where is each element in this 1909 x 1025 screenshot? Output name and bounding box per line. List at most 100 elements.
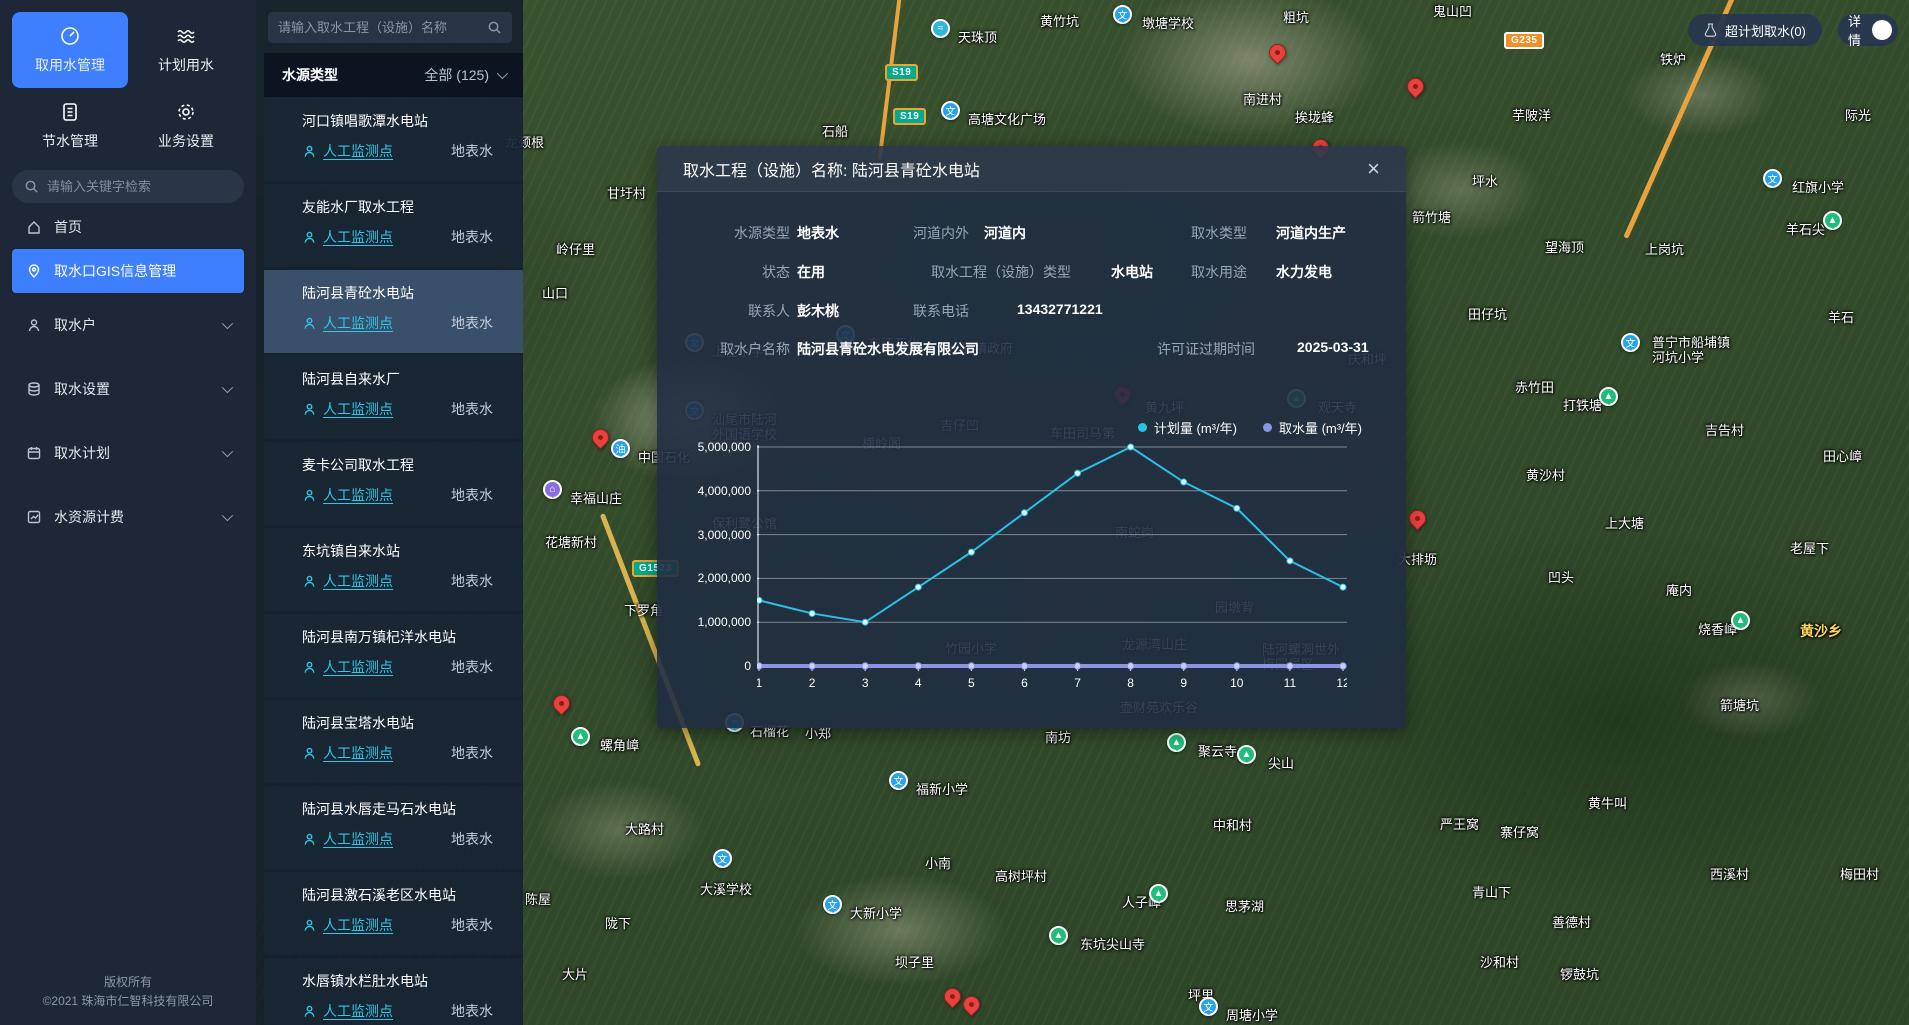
station-item[interactable]: 东坑镇自来水站人工监测点地表水: [264, 528, 523, 611]
monitor-type[interactable]: 人工监测点: [323, 571, 393, 591]
station-item[interactable]: 陆河县青砼水电站人工监测点地表水: [264, 270, 523, 353]
field-value: 13432771221: [1017, 301, 1103, 317]
scenic-marker-icon[interactable]: ▲: [1823, 211, 1842, 230]
monitor-type[interactable]: 人工监测点: [323, 743, 393, 763]
station-item[interactable]: 陆河县激石溪老区水电站人工监测点地表水: [264, 872, 523, 955]
red-pin-marker[interactable]: [1403, 74, 1427, 98]
station-item[interactable]: 陆河县宝塔水电站人工监测点地表水: [264, 700, 523, 783]
scenic-marker-icon[interactable]: ▲: [1049, 926, 1068, 945]
school-marker-icon[interactable]: 文: [1621, 333, 1640, 352]
svg-text:6: 6: [1021, 676, 1028, 690]
map-label: 坪水: [1472, 174, 1498, 189]
map-label: 福新小学: [916, 782, 968, 797]
y-tick-label: 3,000,000: [698, 528, 751, 542]
sidebar-item-home[interactable]: 首页: [12, 205, 244, 249]
person-icon: [302, 144, 317, 159]
school-marker-icon[interactable]: 文: [1199, 997, 1218, 1016]
y-tick-label: 2,000,000: [698, 571, 751, 585]
water-source-type: 地表水: [451, 915, 493, 935]
station-item[interactable]: 麦卡公司取水工程人工监测点地表水: [264, 442, 523, 525]
scenic-marker-icon[interactable]: ▲: [1167, 733, 1186, 752]
map-label: 思茅湖: [1225, 899, 1264, 914]
water-source-type: 地表水: [451, 399, 493, 419]
station-item[interactable]: 陆河县自来水厂人工监测点地表水: [264, 356, 523, 439]
station-item[interactable]: 陆河县水唇走马石水电站人工监测点地表水: [264, 786, 523, 869]
map-label: 螺角嶂: [600, 738, 639, 753]
map-label: 严王窝: [1440, 817, 1479, 832]
sidebar-item-gis-info[interactable]: 取水口GIS信息管理: [12, 249, 244, 293]
keyword-search-input[interactable]: [47, 179, 232, 194]
filter-dropdown[interactable]: 全部 (125): [424, 65, 505, 85]
station-search-input[interactable]: [278, 20, 479, 35]
school-marker-icon[interactable]: 文: [1763, 169, 1782, 188]
scenic-marker-icon[interactable]: ▲: [1149, 884, 1168, 903]
water-marker-icon[interactable]: ≈: [931, 19, 950, 38]
monitor-type[interactable]: 人工监测点: [323, 141, 393, 161]
monitor-type[interactable]: 人工监测点: [323, 313, 393, 333]
over-plan-intake-button[interactable]: 超计划取水(0): [1688, 14, 1822, 46]
search-icon[interactable]: [487, 20, 502, 35]
sidebar-item-intake-plan[interactable]: 取水计划: [12, 421, 244, 485]
school-marker-icon[interactable]: 文: [889, 771, 908, 790]
map-label: 高树坪村: [995, 869, 1047, 884]
red-pin-marker[interactable]: [959, 992, 983, 1016]
hotel-marker-icon[interactable]: ⌂: [543, 480, 562, 499]
school-marker-icon[interactable]: 文: [941, 101, 960, 120]
monitor-type[interactable]: 人工监测点: [323, 227, 393, 247]
monitor-type[interactable]: 人工监测点: [323, 399, 393, 419]
station-meta: 人工监测点地表水: [264, 657, 523, 677]
person-icon: [302, 488, 317, 503]
school-marker-icon[interactable]: 文: [1113, 5, 1132, 24]
field-label: 取水工程（设施）类型: [931, 262, 1071, 282]
school-marker-icon[interactable]: 文: [713, 849, 732, 868]
red-pin-marker[interactable]: [549, 691, 573, 715]
map-label: 鬼山凹: [1433, 4, 1472, 19]
station-name: 陆河县青砼水电站: [264, 283, 523, 303]
module-label: 节水管理: [42, 131, 98, 151]
legend-label: 计划量 (m³/年): [1154, 418, 1237, 437]
module-water-intake-mgmt[interactable]: 取用水管理: [12, 12, 128, 88]
map-label: 田仔坑: [1468, 307, 1507, 322]
gas-marker-icon[interactable]: 油: [611, 439, 630, 458]
svg-text:3: 3: [862, 676, 869, 690]
red-pin-marker[interactable]: [588, 425, 612, 449]
monitor-type[interactable]: 人工监测点: [323, 485, 393, 505]
station-search-box[interactable]: [268, 12, 512, 43]
keyword-search-box[interactable]: [12, 170, 244, 203]
module-water-saving[interactable]: 节水管理: [12, 88, 128, 164]
monitor-type[interactable]: 人工监测点: [323, 829, 393, 849]
map-label: 甘圩村: [607, 186, 646, 201]
scenic-marker-icon[interactable]: ▲: [1731, 611, 1750, 630]
monitor-type[interactable]: 人工监测点: [323, 1001, 393, 1021]
red-pin-marker[interactable]: [940, 984, 964, 1008]
database-icon: [26, 381, 42, 397]
chart-legend: 计划量 (m³/年) 取水量 (m³/年): [1138, 418, 1362, 437]
station-item[interactable]: 水唇镇水栏肚水电站人工监测点地表水: [264, 958, 523, 1025]
close-icon[interactable]: ×: [1367, 158, 1380, 180]
monitor-type[interactable]: 人工监测点: [323, 915, 393, 935]
station-item[interactable]: 陆河县南万镇杞洋水电站人工监测点地表水: [264, 614, 523, 697]
legend-item-plan[interactable]: 计划量 (m³/年): [1138, 418, 1237, 437]
module-planned-water[interactable]: 计划用水: [128, 12, 244, 88]
copyright-line2: ©2021 珠海市仁智科技有限公司: [0, 992, 256, 1011]
red-pin-marker[interactable]: [1265, 40, 1289, 64]
sidebar-item-intake-settings[interactable]: 取水设置: [12, 357, 244, 421]
station-item[interactable]: 河口镇唱歌潭水电站人工监测点地表水: [264, 98, 523, 181]
detail-toggle[interactable]: 详情: [1838, 14, 1898, 46]
legend-item-actual[interactable]: 取水量 (m³/年): [1263, 418, 1362, 437]
red-pin-marker[interactable]: [1405, 506, 1429, 530]
scenic-marker-icon[interactable]: ▲: [1237, 745, 1256, 764]
scenic-marker-icon[interactable]: ▲: [571, 727, 590, 746]
module-business-settings[interactable]: 业务设置: [128, 88, 244, 164]
svg-text:2: 2: [809, 676, 816, 690]
road-badge: S19: [885, 64, 918, 81]
station-item[interactable]: 友能水厂取水工程人工监测点地表水: [264, 184, 523, 267]
scenic-marker-icon[interactable]: ▲: [1599, 387, 1618, 406]
sidebar-item-water-billing[interactable]: 水资源计费: [12, 485, 244, 549]
school-marker-icon[interactable]: 文: [823, 895, 842, 914]
monitor-type[interactable]: 人工监测点: [323, 657, 393, 677]
map-label: 锣鼓坑: [1560, 967, 1599, 982]
water-source-filter: 水源类型 全部 (125): [264, 53, 523, 97]
toggle-knob[interactable]: [1872, 20, 1892, 40]
sidebar-item-water-users[interactable]: 取水户: [12, 293, 244, 357]
